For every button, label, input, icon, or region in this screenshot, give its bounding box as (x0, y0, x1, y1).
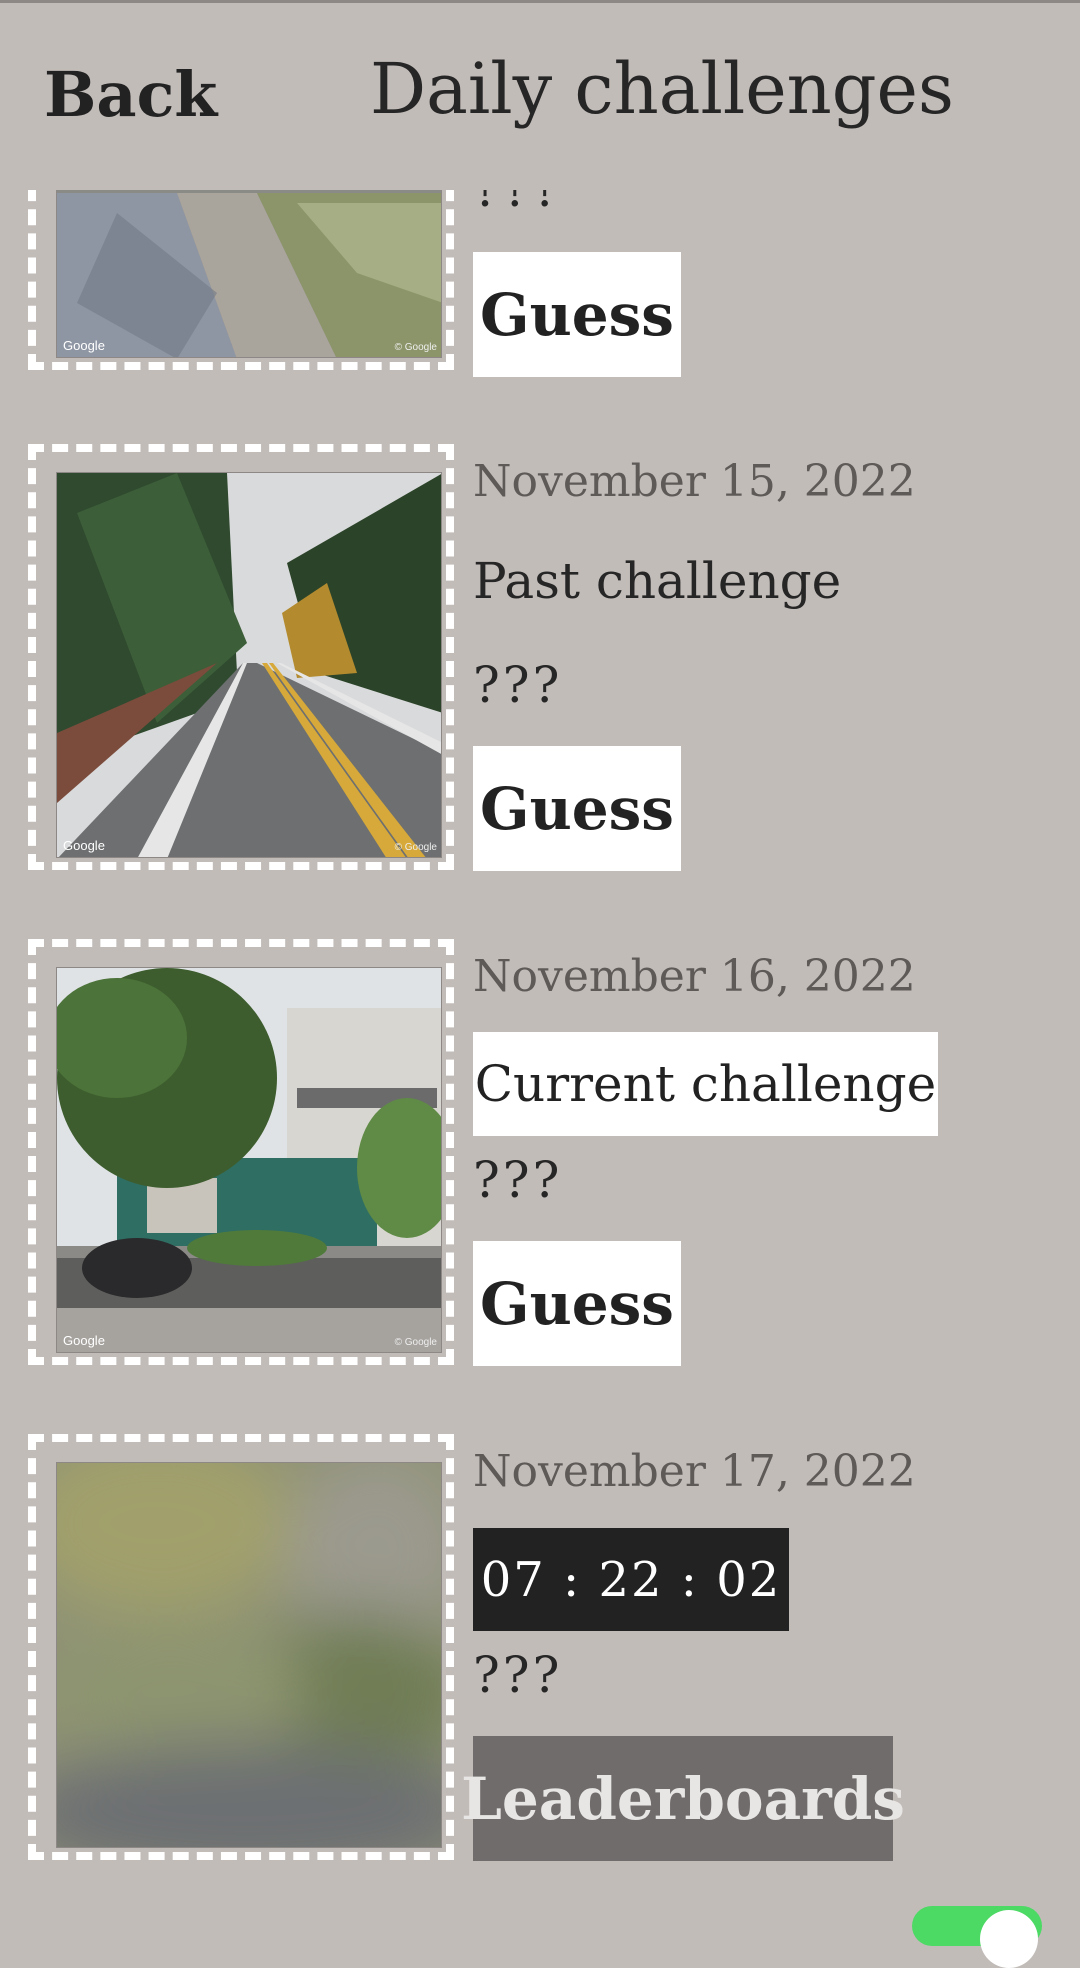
challenge-thumbnail-frame[interactable]: Google © Google (28, 444, 454, 870)
challenge-thumbnail: Google © Google (56, 967, 442, 1353)
street-view-image (57, 473, 441, 857)
back-button[interactable]: Back (44, 58, 217, 131)
app-header: Back Daily challenges (0, 0, 1080, 190)
answer-text: ??? (473, 656, 563, 714)
challenge-list[interactable]: Google © Google ??? Guess Google © Googl… (0, 0, 1080, 1920)
toggle-switch[interactable] (912, 1906, 1042, 1968)
challenge-date: November 17, 2022 (473, 1446, 916, 1497)
challenge-thumbnail: Google © Google (56, 472, 442, 858)
google-watermark: Google (63, 838, 105, 853)
street-view-image (57, 968, 441, 1352)
leaderboards-button[interactable]: Leaderboards (461, 1736, 905, 1861)
header-top-divider (0, 0, 1080, 3)
guess-button[interactable]: Guess (473, 746, 681, 871)
guess-button[interactable]: Guess (473, 1241, 681, 1366)
current-challenge-badge: Current challenge (473, 1032, 938, 1136)
answer-text: ??? (473, 1646, 563, 1704)
challenge-date: November 15, 2022 (473, 456, 916, 507)
google-watermark: Google (63, 338, 105, 353)
challenge-thumbnail-frame[interactable]: Google © Google (28, 939, 454, 1365)
answer-text: ??? (473, 1151, 563, 1209)
copyright-watermark: © Google (394, 1337, 437, 1348)
toggle-knob (980, 1910, 1038, 1968)
google-watermark: Google (63, 1333, 105, 1348)
challenge-thumbnail-frame[interactable] (28, 1434, 454, 1860)
page-title: Daily challenges (370, 48, 954, 130)
challenge-date: November 16, 2022 (473, 951, 916, 1002)
blurred-preview-image (57, 1463, 441, 1847)
copyright-watermark: © Google (394, 342, 437, 353)
challenge-thumbnail-locked (56, 1462, 442, 1848)
guess-button[interactable]: Guess (473, 252, 681, 377)
copyright-watermark: © Google (394, 842, 437, 853)
countdown-timer: 07 : 22 : 02 (473, 1528, 789, 1631)
challenge-status: Past challenge (473, 552, 842, 610)
